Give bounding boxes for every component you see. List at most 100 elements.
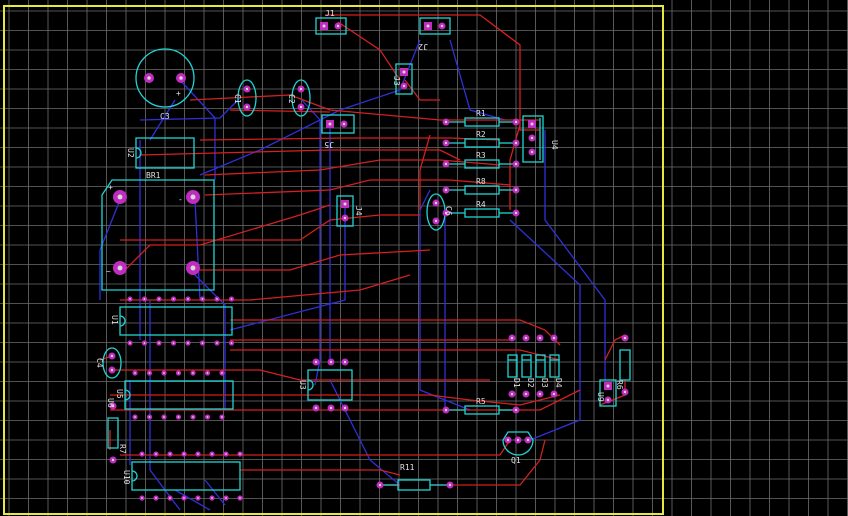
u3-pin-top-2[interactable]	[327, 358, 335, 366]
j3-pad-1[interactable]	[400, 68, 408, 76]
ic-u10-pin-bottom-7[interactable]	[223, 495, 229, 501]
ic-u1-pin-bottom-1[interactable]	[127, 340, 133, 346]
br1-pad-ac2[interactable]	[186, 261, 200, 275]
ic-u1-pin-bottom-4[interactable]	[170, 340, 177, 346]
c3-pad-1[interactable]	[144, 73, 154, 83]
ic-u5-pin-top-6[interactable]	[204, 370, 211, 376]
ic-u1-pin-top-5[interactable]	[185, 296, 191, 302]
q1-pad-1[interactable]	[504, 436, 512, 444]
ic-u10-pin-bottom-5[interactable]	[195, 495, 201, 501]
r8-pad-2[interactable]	[512, 186, 520, 194]
r1-pad-1[interactable]	[442, 118, 450, 126]
u3-pin-bottom-2[interactable]	[327, 404, 335, 412]
d1-pad-2[interactable]	[508, 390, 516, 398]
ic-u5-pin-bottom-1[interactable]	[132, 414, 138, 420]
u4-pad-2[interactable]	[528, 134, 536, 142]
ic-u10-pin-bottom-1[interactable]	[139, 495, 145, 501]
br1-pad-plus[interactable]	[113, 190, 127, 204]
j5-pad-2[interactable]	[340, 120, 348, 128]
r5-pad-1[interactable]	[442, 406, 450, 414]
j4-pad-2[interactable]	[341, 214, 349, 222]
r3-pad-1[interactable]	[442, 160, 450, 168]
ic-u1-pin-top-3[interactable]	[156, 296, 162, 302]
ic-u1-pin-bottom-7[interactable]	[214, 340, 220, 346]
d2-pad-1[interactable]	[522, 334, 530, 342]
c4-pad-2[interactable]	[108, 366, 116, 374]
u3-pin-bottom-3[interactable]	[341, 404, 349, 412]
ic-u10-pin-top-5[interactable]	[195, 451, 201, 457]
ic-u10-pin-top-3[interactable]	[167, 451, 173, 457]
d3-pad-1[interactable]	[536, 334, 544, 342]
ic-u5-pin-bottom-6[interactable]	[204, 414, 211, 420]
ic-u1-pin-bottom-2[interactable]	[141, 340, 148, 346]
ic-u1-pin-top-2[interactable]	[141, 296, 148, 302]
ic-u5-pin-top-2[interactable]	[146, 370, 153, 376]
r2-pad-1[interactable]	[442, 139, 450, 147]
c6-pad-1[interactable]	[432, 199, 440, 207]
d3-pad-2[interactable]	[536, 390, 544, 398]
ic-u10-pin-top-8[interactable]	[237, 451, 243, 457]
u4-pad-1[interactable]	[528, 120, 536, 128]
q1-pad-3[interactable]	[524, 436, 532, 444]
r2-pad-2[interactable]	[512, 139, 520, 147]
u3-pin-top-3[interactable]	[341, 358, 349, 366]
u3-pin-top-1[interactable]	[312, 358, 320, 366]
d2-pad-2[interactable]	[522, 390, 530, 398]
ic-u5-pin-bottom-4[interactable]	[175, 414, 182, 420]
ic-u10-pin-top-4[interactable]	[181, 451, 187, 457]
ic-u1-pin-bottom-3[interactable]	[156, 340, 162, 346]
ic-u10-pin-bottom-4[interactable]	[181, 495, 187, 501]
d4-pad-2[interactable]	[550, 390, 558, 398]
ic-u1-pin-top-4[interactable]	[170, 296, 177, 302]
br1-pad-minus[interactable]	[186, 190, 200, 204]
ic-u5-pin-top-1[interactable]	[132, 370, 138, 376]
ic-u5-pin-top-7[interactable]	[219, 370, 225, 376]
d4-pad-1[interactable]	[550, 334, 558, 342]
r11-pad-1[interactable]	[376, 481, 384, 489]
ic-u1-pin-top-6[interactable]	[199, 296, 206, 302]
c1-pad-1[interactable]	[243, 85, 251, 93]
ic-u1[interactable]	[119, 306, 233, 336]
ic-u10-pin-bottom-2[interactable]	[153, 495, 159, 501]
ic-u1-pin-top-7[interactable]	[214, 296, 220, 302]
ic-u5-pin-bottom-7[interactable]	[219, 414, 225, 420]
ic-u10-pin-top-1[interactable]	[139, 451, 145, 457]
r5-pad-2[interactable]	[512, 406, 520, 414]
ic-u10-pin-top-2[interactable]	[153, 451, 159, 457]
ic-u5-pin-top-5[interactable]	[190, 370, 196, 376]
ic-u10-pin-top-7[interactable]	[223, 451, 229, 457]
q1-pad-2[interactable]	[514, 436, 522, 444]
ic-u1-pin-top-1[interactable]	[127, 296, 133, 302]
ic-u10-pin-top-6[interactable]	[209, 451, 215, 457]
u3-pin-bottom-1[interactable]	[312, 404, 320, 412]
ic-u1-pin-top-8[interactable]	[228, 296, 235, 302]
capacitor-c6[interactable]	[426, 193, 446, 231]
ic-u5-pin-bottom-5[interactable]	[190, 414, 196, 420]
ic-u10-pin-bottom-8[interactable]	[237, 495, 243, 501]
r1-pad-2[interactable]	[512, 118, 520, 126]
ic-u10-pin-bottom-6[interactable]	[209, 495, 215, 501]
ic-u1-pin-bottom-6[interactable]	[199, 340, 206, 346]
c2-pad-1[interactable]	[297, 85, 305, 93]
r3-pad-2[interactable]	[512, 160, 520, 168]
r7-pad-2[interactable]	[109, 456, 117, 464]
ic-u5-pin-bottom-2[interactable]	[146, 414, 153, 420]
c4-pad-1[interactable]	[108, 352, 116, 360]
c3-pad-2[interactable]	[176, 73, 186, 83]
c2-pad-2[interactable]	[297, 103, 305, 111]
r11-pad-2[interactable]	[446, 481, 454, 489]
ic-u10-pin-bottom-3[interactable]	[167, 495, 173, 501]
r8-pad-1[interactable]	[442, 186, 450, 194]
diode-d2[interactable]	[521, 354, 532, 378]
j1-pad-1[interactable]	[320, 22, 328, 30]
r4-pad-2[interactable]	[512, 209, 520, 217]
resistor-r6[interactable]	[619, 349, 631, 381]
r6-pad-1[interactable]	[621, 334, 629, 342]
c6-pad-2[interactable]	[432, 217, 440, 225]
br1-pad-ac1[interactable]	[113, 261, 127, 275]
pcb-layout-canvas[interactable]: J1 J2 J3 J5 U4 C3 + C1 C2 C6 C4 U2 BR1 - ~ + J4 R1 R2 R3 R8 R…	[0, 0, 848, 516]
j2-pad-1[interactable]	[424, 22, 432, 30]
j5-pad-1[interactable]	[326, 120, 334, 128]
u9-pad-1[interactable]	[604, 382, 612, 390]
diode-d3[interactable]	[535, 354, 546, 378]
